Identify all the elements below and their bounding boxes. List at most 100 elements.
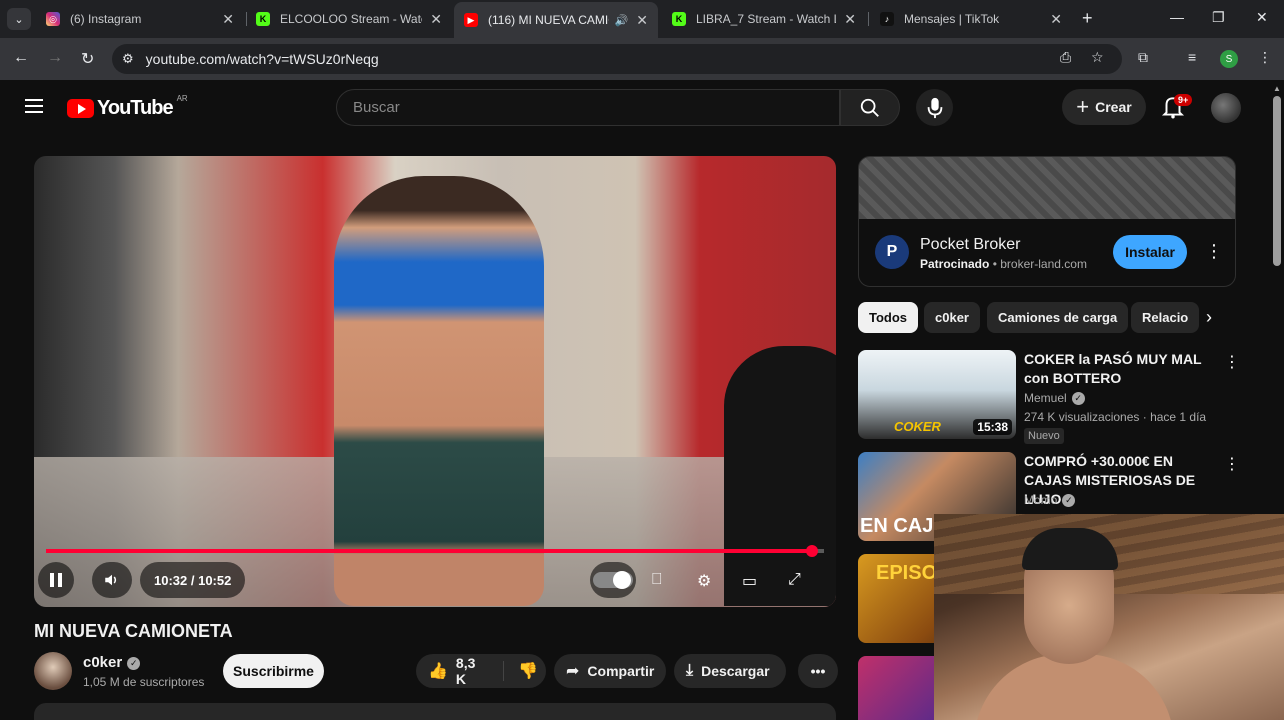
tab-title: LIBRA_7 Stream - Watch Live [696,12,836,26]
video-player[interactable]: 10:32 / 10:52 ⎕ ⚙ ▭ ⤢ [34,156,836,607]
new-tab-icon[interactable]: + [1082,8,1093,29]
subtitles-icon[interactable]: ⎕ [652,571,662,589]
volume-button[interactable] [92,562,132,598]
close-tab-icon[interactable]: ✕ [222,11,234,28]
channel-avatar[interactable] [34,652,72,690]
browser-tab-tiktok[interactable]: ♪ Mensajes | TikTok ✕ [870,4,1072,34]
media-control-icon[interactable]: ≡ [1188,49,1196,65]
close-tab-icon[interactable]: ✕ [1050,11,1062,28]
maximize-icon[interactable]: ❐ [1212,9,1225,26]
progress-scrubber[interactable] [805,545,818,557]
close-tab-icon[interactable]: ✕ [636,12,648,29]
search-box[interactable] [336,89,840,126]
webcam-overlay [934,514,1284,720]
ad-banner-image [859,157,1235,219]
more-actions-button[interactable]: ••• [798,654,838,688]
create-button[interactable]: + Crear [1062,89,1146,125]
install-app-icon[interactable]: ⎙ [1060,49,1071,66]
microphone-icon [927,97,942,118]
tab-search-dropdown-icon[interactable]: ⌄ [7,8,31,30]
browser-tab-youtube-active[interactable]: ▶ (116) MI NUEVA CAMIONETA - YouTube 🔊 ✕ [454,2,658,38]
close-tab-icon[interactable]: ✕ [430,11,442,28]
account-avatar[interactable] [1211,93,1241,123]
new-badge: Nuevo [1024,428,1064,444]
video-frame-person [334,176,544,606]
sponsored-ad-card[interactable]: P Pocket Broker Patrocinado • broker-lan… [858,156,1236,287]
channel-name-text[interactable]: c0ker [83,654,122,671]
fullscreen-icon[interactable]: ⤢ [788,571,801,589]
chevron-right-icon[interactable]: › [1206,307,1212,328]
close-tab-icon[interactable]: ✕ [844,11,856,28]
extensions-icon[interactable]: ⧉ [1138,49,1148,66]
rec-stats: 274 K visualizaciones · hace 1 día [1024,410,1207,424]
browser-tab-strip: ⌄ ◎ (6) Instagram ✕ K ELCOOLOO Stream - … [0,0,1284,38]
search-button[interactable] [840,89,900,126]
instagram-icon: ◎ [46,12,60,26]
pause-button[interactable] [38,562,74,598]
theater-mode-icon[interactable]: ▭ [742,571,757,591]
rec-thumbnail[interactable]: COKER 15:38 [858,350,1016,439]
channel-name[interactable]: c0ker ✓ [83,654,141,671]
bookmark-star-icon[interactable]: ☆ [1091,49,1104,66]
more-horizontal-icon: ••• [810,663,826,679]
share-button[interactable]: ➦ Compartir [554,654,666,688]
chip-todos[interactable]: Todos [858,302,919,333]
autoplay-toggle[interactable] [590,562,636,598]
url-text[interactable]: youtube.com/watch?v=tWSUz0rNeqg [146,51,379,67]
youtube-play-logo-icon [67,99,94,118]
video-duration: 15:38 [973,419,1012,435]
rec-title[interactable]: COKER la PASÓ MUY MAL con BOTTERO [1024,350,1214,388]
autoplay-switch [593,571,633,589]
video-title: MI NUEVA CAMIONETA [34,621,233,641]
scrollbar-thumb[interactable] [1273,96,1281,266]
minimize-icon[interactable]: — [1170,9,1184,25]
verified-check-icon: ✓ [127,657,141,670]
chip-c0ker[interactable]: c0ker [924,302,980,333]
address-bar[interactable]: ⚙ youtube.com/watch?v=tWSUz0rNeqg [112,44,1122,74]
rec-channel-name[interactable]: Momo [1024,493,1057,507]
download-button[interactable]: ⤓ Descargar [674,654,786,688]
kick-icon: K [256,12,270,26]
speaker-icon[interactable]: 🔊 [615,14,629,27]
search-input[interactable] [353,99,839,116]
tab-title: Mensajes | TikTok [904,12,1000,26]
site-settings-icon[interactable]: ⚙ [122,51,134,67]
advertiser-name[interactable]: Pocket Broker [920,236,1020,254]
rec-more-icon[interactable]: ⋮ [1224,454,1240,474]
browser-tab-libra[interactable]: K LIBRA_7 Stream - Watch Live ✕ [662,4,866,34]
scroll-up-arrow-icon[interactable]: ▲ [1273,84,1281,93]
browser-profile-avatar[interactable]: S [1220,50,1238,68]
like-count[interactable]: 8,3 K [456,655,485,687]
browser-tab-elcooloo[interactable]: K ELCOOLOO Stream - Watch Live ✕ [246,4,452,34]
install-button[interactable]: Instalar [1113,235,1187,269]
like-thumb-icon[interactable]: 👍 [428,661,448,681]
progress-bar[interactable] [46,545,824,557]
download-icon: ⤓ [686,662,694,679]
rec-channel[interactable]: Momo ✓ [1024,493,1076,507]
rec-channel[interactable]: Memuel ✓ [1024,391,1085,405]
close-window-icon[interactable]: ✕ [1256,9,1268,26]
description-box[interactable] [34,703,836,720]
reload-icon[interactable]: ↻ [81,49,94,69]
progress-fill [46,549,812,553]
ad-more-icon[interactable]: ⋮ [1205,241,1223,262]
browser-menu-icon[interactable]: ⋮ [1258,49,1272,66]
youtube-header: YouTube AR + Crear 9+ [0,80,1268,136]
voice-search-button[interactable] [916,89,953,126]
rec-more-icon[interactable]: ⋮ [1224,352,1240,372]
browser-tab-instagram[interactable]: ◎ (6) Instagram ✕ [36,4,244,34]
forward-icon[interactable]: → [47,49,63,67]
chip-relacionados[interactable]: Relacio [1131,302,1199,333]
ad-meta: Patrocinado • broker-land.com [920,257,1087,271]
dislike-thumb-icon[interactable]: 👎 [503,661,538,681]
hamburger-menu-icon[interactable] [25,99,43,113]
subscribe-button[interactable]: Suscribirme [223,654,324,688]
back-icon[interactable]: ← [13,49,29,67]
settings-gear-icon[interactable]: ⚙ [697,571,711,591]
chip-camiones[interactable]: Camiones de carga [987,302,1129,333]
rec-channel-name[interactable]: Memuel [1024,391,1067,405]
verified-check-icon: ✓ [1071,392,1085,405]
subscriber-count: 1,05 M de suscriptores [83,675,205,689]
youtube-logo[interactable]: YouTube AR [67,94,188,120]
advertiser-logo: P [875,235,909,269]
